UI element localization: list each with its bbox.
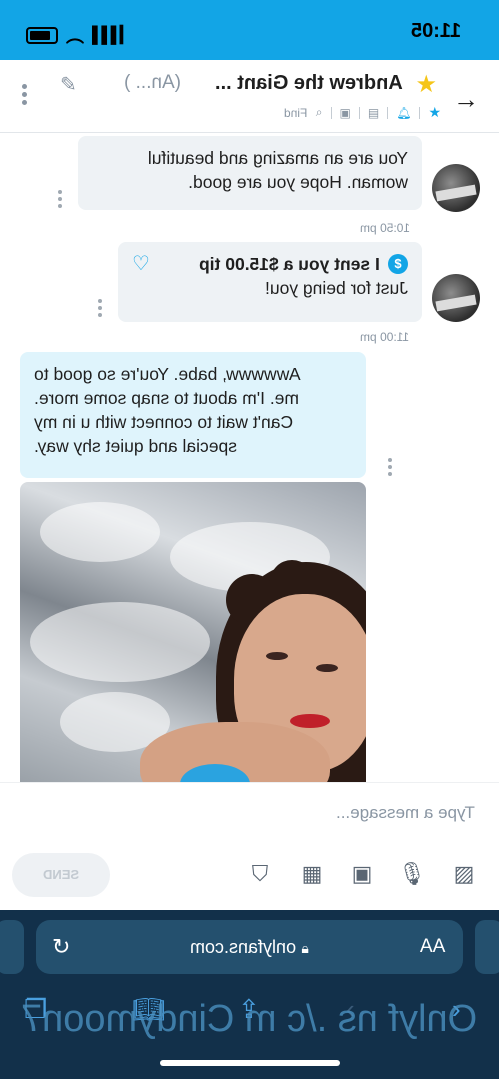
battery-icon <box>26 26 58 44</box>
message-menu-icon[interactable] <box>98 299 103 320</box>
bell-icon[interactable]: 🔔︎ <box>396 106 411 120</box>
message-time: 11:00 pm <box>360 330 410 344</box>
message-line: Can't wait to connect with u in my <box>34 412 294 432</box>
star-icon: ★ <box>415 71 437 98</box>
avatar[interactable] <box>432 164 480 212</box>
send-button[interactable]: SEND <box>12 853 110 897</box>
message-menu-icon[interactable] <box>388 458 393 479</box>
microphone-icon[interactable]: 🎙︎ <box>398 861 426 887</box>
message-input[interactable]: Type a message... <box>336 803 475 823</box>
url-text: onlyfans.com 🔒︎ <box>36 937 463 958</box>
message-icon[interactable]: ▤ <box>368 106 379 120</box>
find-label[interactable]: Find <box>284 106 307 120</box>
url-label: onlyfans.com <box>190 937 297 957</box>
message-line: You are an amazing and beautiful <box>147 148 408 168</box>
favorite-star-icon[interactable]: ★ <box>428 104 441 121</box>
message-time: 10:50 pm <box>360 221 411 235</box>
message-line: me. I'm about to snap some more. <box>34 388 299 408</box>
message-menu-icon[interactable] <box>58 190 63 211</box>
status-bar: ︵ ▌▌▌▎ 11:05 <box>0 0 499 60</box>
message-line: Just for being you! <box>265 278 408 298</box>
calendar-icon[interactable]: ▦ <box>298 861 326 887</box>
heart-icon[interactable]: ♡ <box>132 252 150 276</box>
contact-name[interactable]: Andrew the Giant ... <box>215 72 403 95</box>
outgoing-message: Awwwww, babe. You're so good to me. I'm … <box>20 352 366 478</box>
search-icon[interactable]: ⌕ <box>316 105 323 120</box>
watermark-text: Onlyf ns ./c m Cindymoon7 <box>0 998 499 1041</box>
signal-icon: ▌▌▌▎ <box>92 27 132 44</box>
address-bar[interactable]: ↻ onlyfans.com 🔒︎ AA <box>36 920 463 974</box>
vault-icon[interactable]: ▣ <box>348 861 376 887</box>
header-actions: ★ 🔔︎ ▤ ▣ ⌕ Find <box>284 104 441 121</box>
more-options-icon[interactable] <box>22 84 28 108</box>
message-line: special and quiet shy way. <box>34 436 237 456</box>
gallery-icon[interactable]: ▣ <box>340 106 351 120</box>
message-composer: Type a message... SEND ⛉ ▦ ▣ 🎙︎ ▨ <box>0 782 499 911</box>
image-icon[interactable]: ▨ <box>450 861 478 887</box>
watermark-label: Onlyf ns ./c m Cindymoon7 <box>21 998 478 1040</box>
incoming-message: You are an amazing and beautiful woman. … <box>78 136 422 210</box>
edit-pencil-icon[interactable]: ✎ <box>60 72 77 97</box>
status-time: 11:05 <box>410 20 461 42</box>
tip-amount-text: I sent you a $15.00 tip <box>199 254 380 274</box>
message-line: woman. Hope you are good. <box>188 172 408 192</box>
browser-toolbar: ↻ onlyfans.com 🔒︎ AA ❐ 📖︎ ⇪ ‹ › Onlyf ns… <box>0 910 499 1079</box>
lock-icon: 🔒︎ <box>301 940 309 956</box>
home-indicator[interactable] <box>160 1060 340 1066</box>
aa-label: AA <box>419 936 445 957</box>
contact-alias: (An... ) <box>123 72 181 93</box>
avatar[interactable] <box>432 274 480 322</box>
back-arrow-icon[interactable]: → <box>453 84 479 115</box>
photo-attachment[interactable] <box>20 482 366 782</box>
next-tab-preview[interactable] <box>475 920 499 974</box>
send-button-label: SEND <box>42 867 80 882</box>
status-icons: ︵ ▌▌▌▎ <box>26 22 132 48</box>
reader-aa-button[interactable]: AA <box>420 936 445 958</box>
tag-price-icon[interactable]: ⛉ <box>246 861 274 887</box>
wifi-icon: ︵ <box>66 26 84 46</box>
dollar-icon: $ <box>388 254 408 274</box>
chat-header: → ★ Andrew the Giant ... (An... ) ✎ ★ 🔔︎… <box>0 60 499 133</box>
message-line: Awwwww, babe. You're so good to <box>34 364 301 384</box>
prev-tab-preview[interactable] <box>0 920 24 974</box>
tip-message: $ I sent you a $15.00 tip ♡ Just for bei… <box>118 242 422 322</box>
